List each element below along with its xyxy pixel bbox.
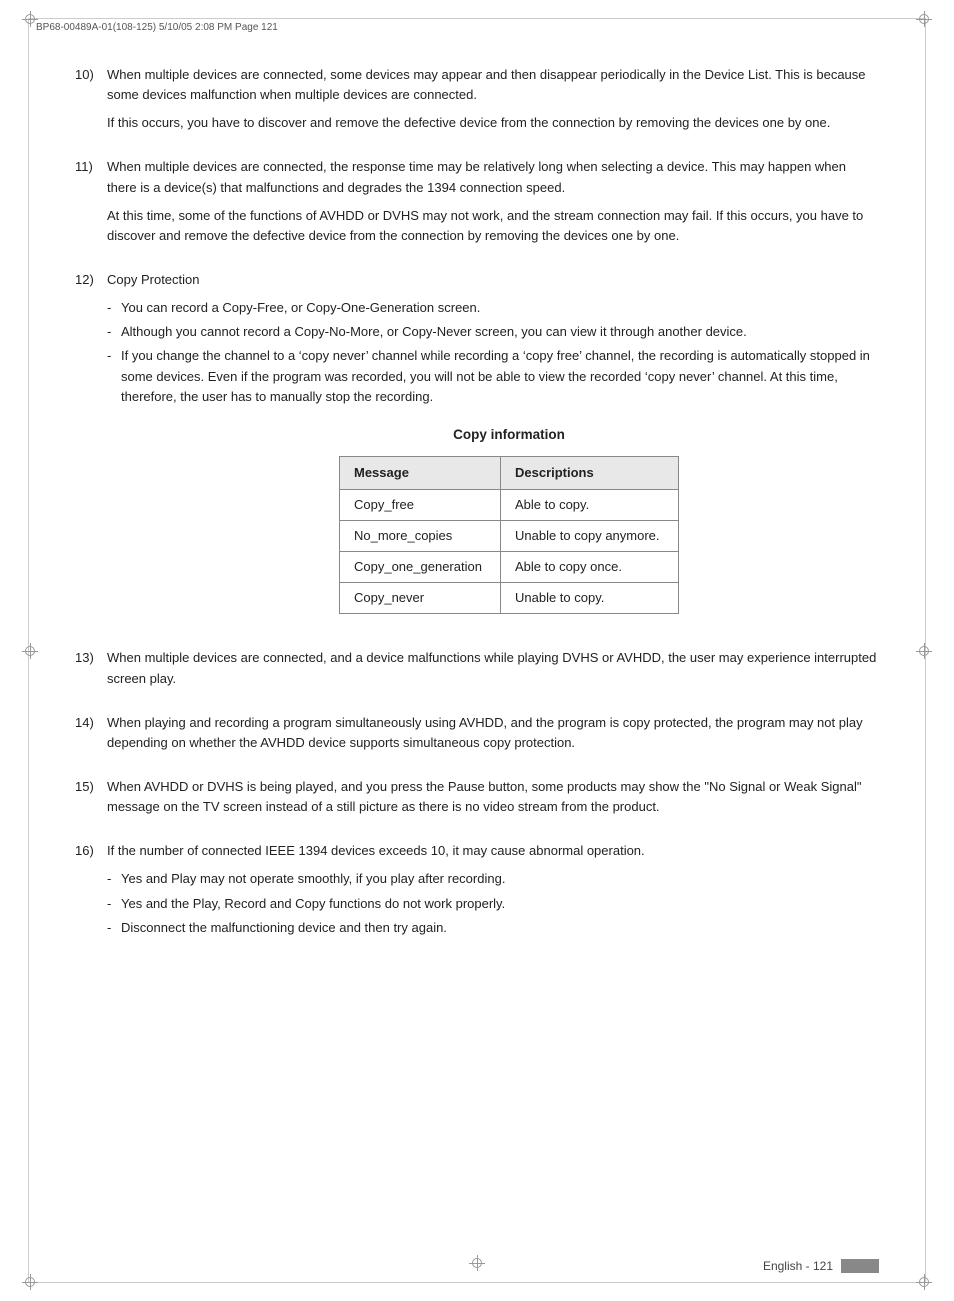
table-cell-description: Unable to copy anymore. — [500, 521, 678, 552]
table-row: Copy_never Unable to copy. — [340, 583, 679, 614]
paragraph: When multiple devices are connected, som… — [107, 65, 879, 105]
bullet-item: Disconnect the malfunctioning device and… — [107, 918, 879, 938]
footer: English - 121 — [763, 1259, 879, 1273]
list-item: 12) Copy Protection You can record a Cop… — [75, 270, 879, 632]
border-bottom — [28, 1282, 926, 1283]
paragraph: When multiple devices are connected, and… — [107, 648, 879, 688]
item-body: When multiple devices are connected, and… — [107, 648, 879, 696]
paragraph: At this time, some of the functions of A… — [107, 206, 879, 246]
item-number: 15) — [75, 777, 107, 825]
table-cell-message: No_more_copies — [340, 521, 501, 552]
bullet-list: You can record a Copy-Free, or Copy-One-… — [107, 298, 879, 407]
header-text: BP68-00489A-01(108-125) 5/10/05 2:08 PM … — [36, 22, 278, 33]
crosshair-bottom-right — [916, 1274, 932, 1290]
table-cell-description: Unable to copy. — [500, 583, 678, 614]
bullet-item: If you change the channel to a ‘copy nev… — [107, 346, 879, 406]
item-body: When AVHDD or DVHS is being played, and … — [107, 777, 879, 825]
table-header-descriptions: Descriptions — [500, 456, 678, 489]
footer-text: English - 121 — [763, 1259, 833, 1273]
crosshair-bottom-left — [22, 1274, 38, 1290]
table-row: No_more_copies Unable to copy anymore. — [340, 521, 679, 552]
item-number: 14) — [75, 713, 107, 761]
main-content: 10) When multiple devices are connected,… — [75, 65, 879, 958]
bullet-item: You can record a Copy-Free, or Copy-One-… — [107, 298, 879, 318]
list-item: 11) When multiple devices are connected,… — [75, 157, 879, 254]
header-bar: BP68-00489A-01(108-125) 5/10/05 2:08 PM … — [28, 18, 926, 37]
item-body: When multiple devices are connected, the… — [107, 157, 879, 254]
page: BP68-00489A-01(108-125) 5/10/05 2:08 PM … — [0, 0, 954, 1301]
footer-bar — [841, 1259, 879, 1273]
item-body: When multiple devices are connected, som… — [107, 65, 879, 141]
list-item: 16) If the number of connected IEEE 1394… — [75, 841, 879, 942]
crosshair-mid-bottom — [469, 1255, 485, 1271]
table-row: Copy_free Able to copy. — [340, 489, 679, 520]
bullet-item: Yes and Play may not operate smoothly, i… — [107, 869, 879, 889]
paragraph: If the number of connected IEEE 1394 dev… — [107, 841, 879, 861]
item-number: 10) — [75, 65, 107, 141]
item-number: 12) — [75, 270, 107, 632]
bullet-item: Although you cannot record a Copy-No-Mor… — [107, 322, 879, 342]
paragraph: If this occurs, you have to discover and… — [107, 113, 879, 133]
table-cell-message: Copy_one_generation — [340, 552, 501, 583]
paragraph: When multiple devices are connected, the… — [107, 157, 879, 197]
table-cell-message: Copy_free — [340, 489, 501, 520]
copy-info-section: Copy information Message Descriptions Co… — [139, 425, 879, 615]
bullet-list: Yes and Play may not operate smoothly, i… — [107, 869, 879, 937]
paragraph: When playing and recording a program sim… — [107, 713, 879, 753]
table-cell-message: Copy_never — [340, 583, 501, 614]
table-cell-description: Able to copy. — [500, 489, 678, 520]
item-body: Copy Protection You can record a Copy-Fr… — [107, 270, 879, 632]
paragraph: Copy Protection — [107, 270, 879, 290]
copy-info-title: Copy information — [139, 425, 879, 446]
crosshair-mid-left — [22, 643, 38, 659]
paragraph: When AVHDD or DVHS is being played, and … — [107, 777, 879, 817]
copy-table: Message Descriptions Copy_free Able to c… — [339, 456, 679, 615]
item-number: 11) — [75, 157, 107, 254]
item-number: 16) — [75, 841, 107, 942]
bullet-item: Yes and the Play, Record and Copy functi… — [107, 894, 879, 914]
crosshair-mid-right — [916, 643, 932, 659]
list-item: 13) When multiple devices are connected,… — [75, 648, 879, 696]
list-item: 15) When AVHDD or DVHS is being played, … — [75, 777, 879, 825]
list-item: 10) When multiple devices are connected,… — [75, 65, 879, 141]
table-cell-description: Able to copy once. — [500, 552, 678, 583]
item-number: 13) — [75, 648, 107, 696]
table-row: Copy_one_generation Able to copy once. — [340, 552, 679, 583]
item-body: When playing and recording a program sim… — [107, 713, 879, 761]
table-header-message: Message — [340, 456, 501, 489]
item-body: If the number of connected IEEE 1394 dev… — [107, 841, 879, 942]
list-item: 14) When playing and recording a program… — [75, 713, 879, 761]
